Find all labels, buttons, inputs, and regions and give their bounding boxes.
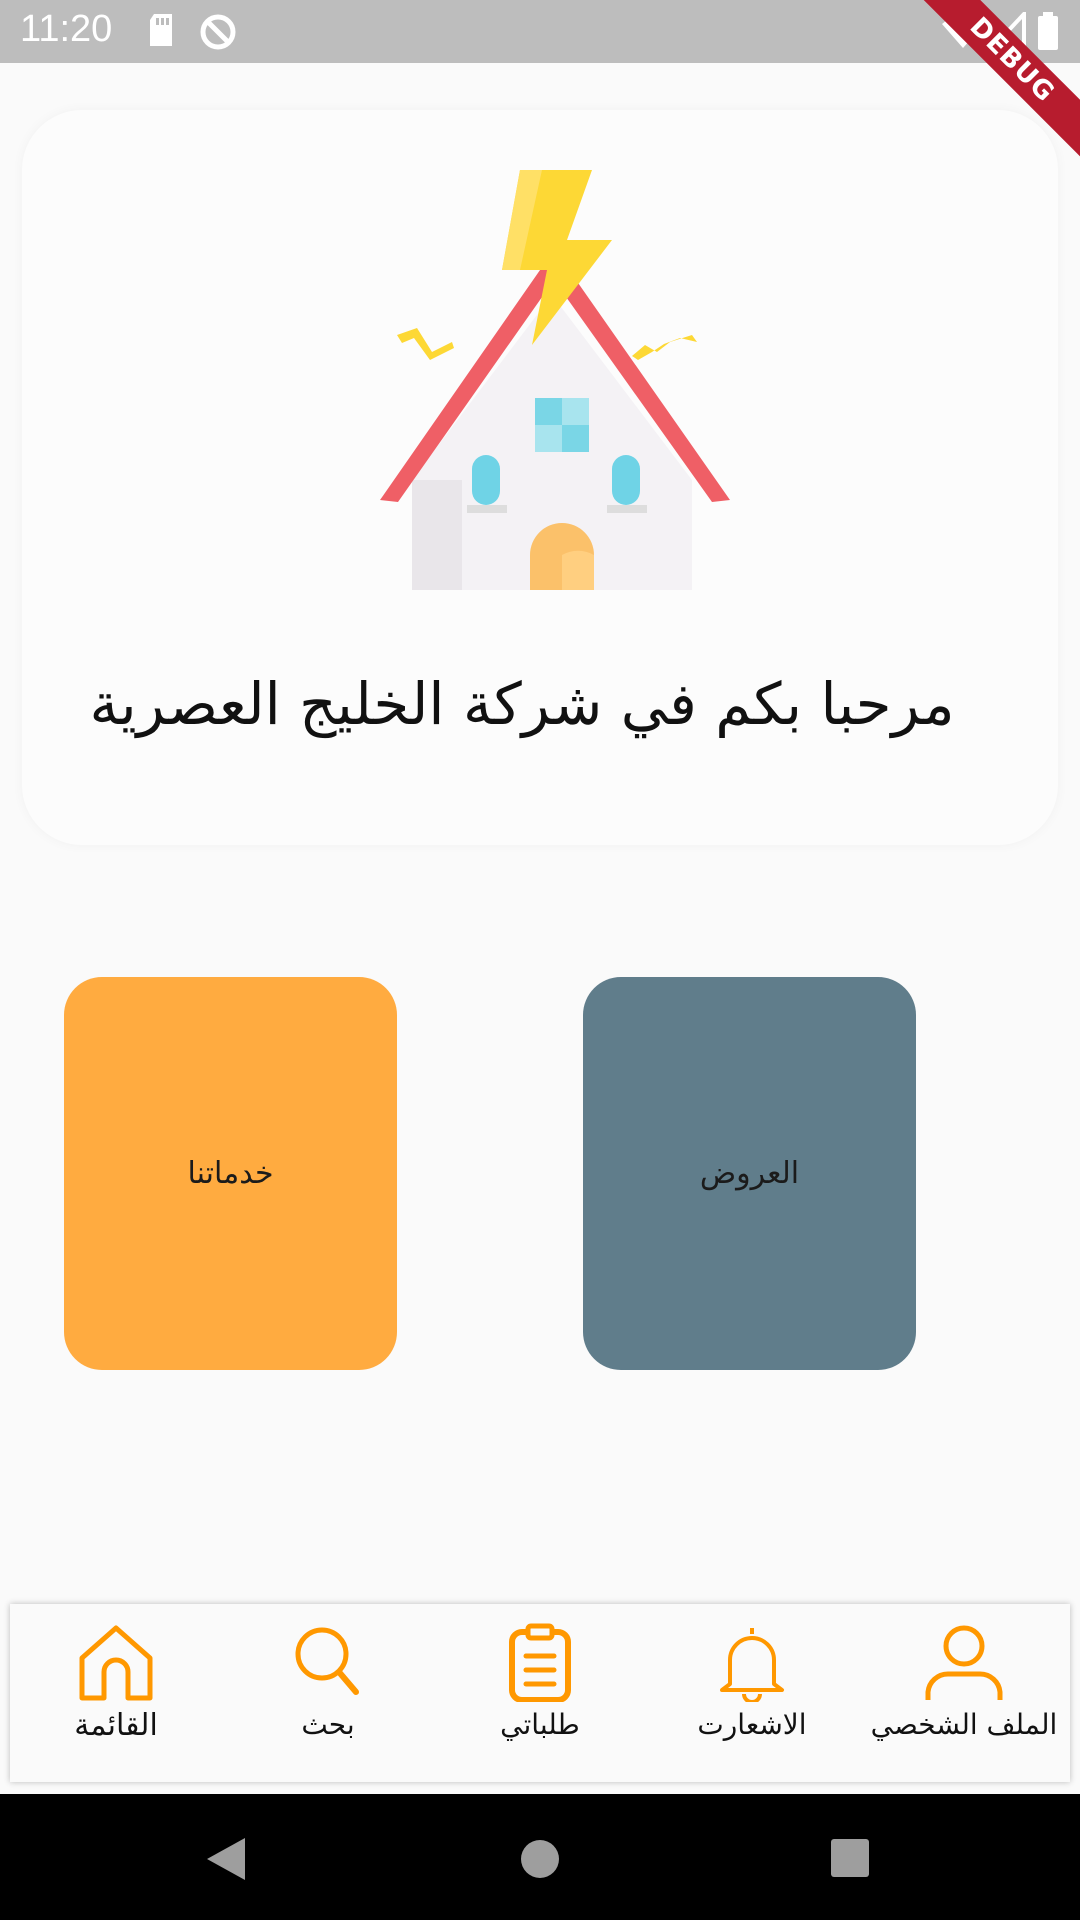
nav-label-notifications: الاشعارت (697, 1708, 807, 1741)
user-icon (925, 1625, 1003, 1700)
bell-icon (720, 1628, 784, 1702)
offers-tile[interactable]: العروض (583, 977, 916, 1370)
nav-item-profile[interactable]: الملف الشخصي (858, 1604, 1070, 1782)
back-icon[interactable] (205, 1836, 247, 1882)
home-icon (79, 1625, 153, 1701)
nav-label-orders: طلباتي (500, 1708, 580, 1741)
nav-item-search[interactable]: بحث (222, 1604, 434, 1782)
welcome-text: مرحبا بكم في شركة الخليج العصرية (89, 670, 955, 738)
status-time: 11:20 (20, 8, 113, 50)
nav-label-menu: القائمة (74, 1708, 158, 1743)
house-lightning-icon (380, 170, 730, 590)
nav-item-notifications[interactable]: الاشعارت (646, 1604, 858, 1782)
services-tile-label: خدماتنا (187, 1156, 274, 1191)
recents-icon[interactable] (830, 1838, 870, 1878)
clipboard-icon (509, 1623, 571, 1702)
nav-item-orders[interactable]: طلباتي (434, 1604, 646, 1782)
status-bar: 11:20 DEBUG (0, 0, 1080, 167)
search-icon (295, 1627, 359, 1695)
sd-card-icon (150, 14, 172, 46)
battery-icon (1038, 12, 1058, 50)
home-circle-icon[interactable] (519, 1838, 561, 1880)
sync-icon (200, 14, 236, 50)
offers-tile-label: العروض (699, 1156, 800, 1191)
nav-label-search: بحث (301, 1708, 355, 1741)
nav-label-profile: الملف الشخصي (870, 1708, 1058, 1741)
services-tile[interactable]: خدماتنا (64, 977, 397, 1370)
bottom-navigation: القائمة بحث طلباتي الاشعارت الملف الشخصي (10, 1604, 1070, 1782)
welcome-card: مرحبا بكم في شركة الخليج العصرية (22, 110, 1058, 845)
system-navigation-bar (0, 1794, 1080, 1920)
nav-item-menu[interactable]: القائمة (10, 1604, 222, 1782)
